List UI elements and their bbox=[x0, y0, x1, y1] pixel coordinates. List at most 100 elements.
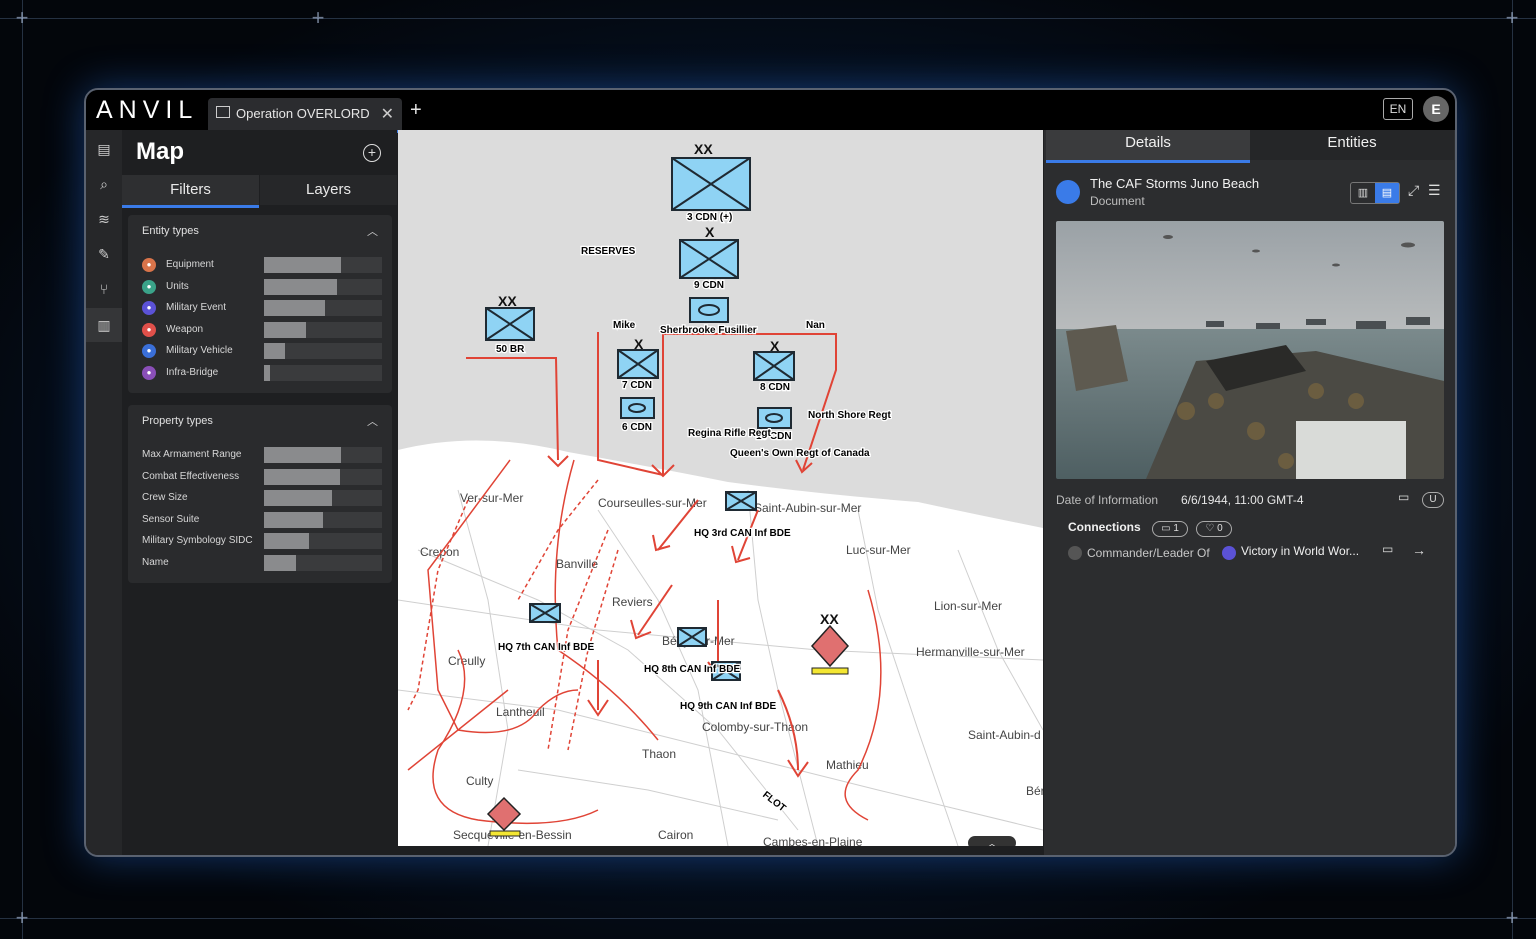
entity-type-icon: ● bbox=[142, 258, 156, 272]
pen-icon[interactable]: ✎ bbox=[95, 245, 113, 263]
filter-row[interactable]: Military Symbology SIDC bbox=[142, 533, 382, 549]
place-label: Thaon bbox=[642, 747, 676, 761]
unit-label: HQ 9th CAN Inf BDE bbox=[680, 701, 776, 712]
title-bar: ANVIL Operation OVERLORD ✕ + EN E bbox=[86, 90, 1455, 133]
filter-label: Military Symbology SIDC bbox=[142, 535, 253, 546]
crosshair-icon: + bbox=[15, 5, 29, 30]
count-bar-fill bbox=[264, 343, 286, 359]
unit-label: HQ 3rd CAN Inf BDE bbox=[694, 528, 791, 539]
view-toggle[interactable]: ▥ ▤ bbox=[1350, 182, 1400, 204]
unit-label: HQ 7th CAN Inf BDE bbox=[498, 642, 594, 653]
entity-type-icon: ● bbox=[142, 322, 156, 337]
related-entity-link[interactable]: Victory in World Wor... bbox=[1241, 544, 1359, 558]
split-view-icon[interactable]: ▥ bbox=[1351, 183, 1375, 203]
place-label: Cambes-en-Plaine bbox=[763, 835, 863, 846]
expand-icon[interactable]: ⤢ bbox=[1408, 182, 1419, 199]
filters-panel: Map + Filters Layers Entity types ︿ ● Equ… bbox=[122, 130, 397, 855]
avatar[interactable]: E bbox=[1423, 96, 1449, 122]
place-label: Saint-Aubin-sur-Mer bbox=[754, 501, 861, 515]
count-bar bbox=[264, 257, 382, 273]
relation-label: Commander/Leader Of bbox=[1087, 546, 1210, 560]
new-tab-button[interactable]: + bbox=[410, 99, 422, 122]
monitor-icon: ▭ bbox=[1161, 523, 1174, 534]
filter-label: Sensor Suite bbox=[142, 513, 200, 525]
entity-type-icon: ● bbox=[142, 365, 156, 380]
enemy-marker bbox=[489, 830, 521, 837]
filter-row[interactable]: ● Military Vehicle bbox=[142, 343, 382, 359]
count-bar-fill bbox=[264, 257, 341, 273]
add-circle-icon[interactable]: + bbox=[363, 144, 381, 162]
unit-label: 7 CDN bbox=[622, 380, 652, 391]
filter-label: Infra-Bridge bbox=[166, 366, 219, 378]
property-types-card: Property types ︿ Max Armament Range Comba… bbox=[128, 405, 392, 583]
count-bar-fill bbox=[264, 447, 341, 463]
count-bar bbox=[264, 468, 382, 485]
entity-type-icon: ● bbox=[142, 301, 156, 315]
chevron-up-icon[interactable]: ︿ bbox=[367, 413, 378, 429]
language-selector[interactable]: EN bbox=[1383, 98, 1413, 120]
filter-label: Crew Size bbox=[142, 492, 188, 503]
dashboard-icon[interactable]: ▤ bbox=[95, 140, 113, 158]
filter-row[interactable]: ● Equipment bbox=[142, 257, 382, 273]
unit-label: 9 CDN bbox=[694, 280, 724, 291]
card-title: Entity types bbox=[142, 225, 199, 237]
count-bar-fill bbox=[264, 300, 326, 316]
classification-badge: U bbox=[1422, 492, 1444, 508]
card-title: Property types bbox=[142, 415, 213, 427]
crosshair-icon: + bbox=[15, 905, 29, 930]
document-type: Document bbox=[1090, 194, 1145, 208]
map-icon: ▥ bbox=[97, 317, 111, 333]
filter-label: Name bbox=[142, 556, 169, 568]
place-label: Luc-sur-Mer bbox=[846, 543, 911, 557]
document-title: The CAF Storms Juno Beach bbox=[1090, 176, 1260, 191]
menu-icon[interactable]: ☰ bbox=[1428, 182, 1441, 199]
place-label: Crepon bbox=[420, 545, 459, 559]
map-nav-item[interactable]: ▥ bbox=[86, 308, 122, 342]
filter-label: Military Vehicle bbox=[166, 345, 233, 356]
grid-line bbox=[0, 918, 1536, 919]
database-icon[interactable]: ≋ bbox=[95, 210, 113, 228]
document-photo bbox=[1056, 221, 1444, 479]
tab-entities[interactable]: Entities bbox=[1250, 130, 1454, 160]
filter-row[interactable]: Sensor Suite bbox=[142, 511, 382, 528]
details-panel: Details Entities The CAF Storms Juno Bea… bbox=[1044, 130, 1455, 855]
monitor-icon: ▭ bbox=[1382, 542, 1394, 556]
map-canvas[interactable]: Ver-sur-Mer Courseulles-sur-Mer Saint-Au… bbox=[398, 130, 1043, 846]
unit-label: North Shore Regt bbox=[808, 410, 891, 421]
anvil-logo: ANVIL bbox=[96, 96, 199, 124]
place-label: Saint-Aubin-d bbox=[968, 728, 1041, 742]
grid-line bbox=[0, 18, 1536, 19]
filter-row[interactable]: Combat Effectiveness bbox=[142, 468, 382, 485]
filter-row[interactable]: Max Armament Range bbox=[142, 447, 382, 463]
search-icon[interactable]: ⌕ bbox=[95, 175, 113, 193]
filter-row[interactable]: ● Infra-Bridge bbox=[142, 364, 382, 381]
document-view-icon[interactable]: ▤ bbox=[1375, 183, 1399, 203]
count-bar bbox=[264, 511, 382, 528]
unit-label: 50 BR bbox=[496, 344, 525, 355]
filter-row[interactable]: ● Weapon bbox=[142, 321, 382, 338]
tab-operation-overlord[interactable]: Operation OVERLORD ✕ bbox=[208, 98, 402, 133]
svg-text:XX: XX bbox=[694, 141, 713, 157]
filter-row[interactable]: ● Units bbox=[142, 278, 382, 295]
filter-row[interactable]: Crew Size bbox=[142, 490, 382, 506]
crosshair-icon: + bbox=[1505, 5, 1519, 30]
unit-label: 3 CDN (+) bbox=[687, 212, 732, 223]
date-label: Date of Information bbox=[1056, 493, 1159, 507]
close-tab-icon[interactable]: ✕ bbox=[381, 104, 394, 124]
nav-rail: ▤ ⌕ ≋ ✎ ⑂ ▥ bbox=[86, 130, 122, 855]
tab-filters[interactable]: Filters bbox=[122, 175, 259, 208]
chevron-up-icon[interactable]: ︿ bbox=[367, 223, 378, 239]
count-bar-fill bbox=[264, 364, 270, 381]
unit-label: 6 CDN bbox=[622, 422, 652, 433]
panel-tabs: Filters Layers bbox=[122, 175, 397, 208]
arrow-right-icon[interactable]: → bbox=[1412, 542, 1426, 558]
tab-layers[interactable]: Layers bbox=[260, 175, 397, 205]
filter-row[interactable]: ● Military Event bbox=[142, 300, 382, 316]
branch-icon[interactable]: ⑂ bbox=[95, 280, 113, 298]
filter-label: Max Armament Range bbox=[142, 449, 242, 460]
map-svg[interactable]: Ver-sur-Mer Courseulles-sur-Mer Saint-Au… bbox=[398, 130, 1043, 846]
filter-label: Military Event bbox=[166, 302, 227, 313]
filter-row[interactable]: Name bbox=[142, 554, 382, 571]
count-bar bbox=[264, 321, 382, 338]
tab-details[interactable]: Details bbox=[1046, 130, 1250, 163]
